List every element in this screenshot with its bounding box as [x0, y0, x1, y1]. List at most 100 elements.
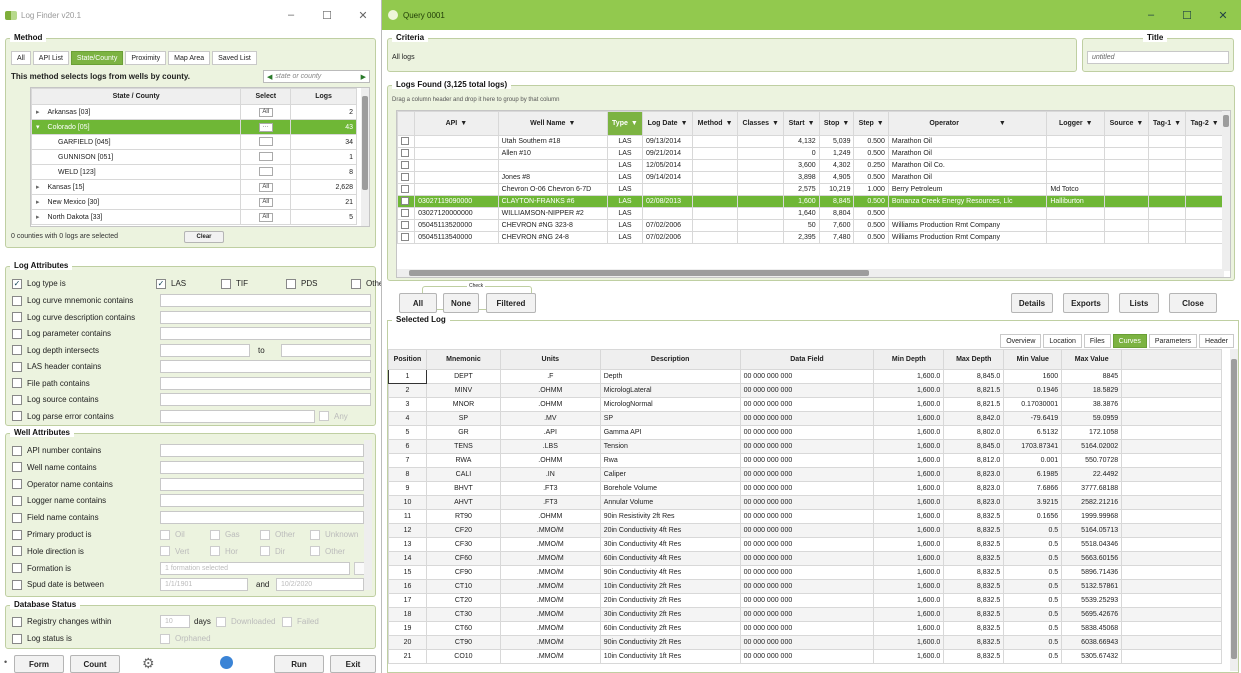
exit-button[interactable]: Exit — [330, 655, 376, 673]
well-option[interactable]: Unknown — [310, 528, 358, 541]
method-tab[interactable]: Map Area — [168, 51, 211, 65]
county-row[interactable]: ▸ Kansas [15] All 2,628 — [30, 179, 357, 195]
curve-row[interactable]: 14 CF60 .MMO/M 60in Conductivity 4ft Res 00 … — [388, 551, 1222, 566]
curve-row[interactable]: 17 CT20 .MMO/M 20in Conductivity 2ft Res 00 … — [388, 593, 1222, 608]
well-attr-checkbox[interactable] — [12, 546, 22, 557]
county-search-input[interactable]: state or county — [275, 73, 357, 80]
well-attr-input[interactable] — [160, 511, 364, 525]
expand-arrow-icon[interactable]: ▸ — [36, 214, 40, 221]
curve-col-header[interactable]: Min Depth — [873, 349, 945, 370]
filter-icon[interactable]: ▼ — [726, 120, 733, 127]
parse-error-input[interactable] — [160, 409, 315, 423]
log-attr-input[interactable] — [160, 376, 371, 390]
well-option[interactable]: Hor — [210, 545, 238, 558]
col-select[interactable]: Select — [240, 88, 292, 105]
selected-log-tab[interactable]: Files — [1083, 334, 1111, 348]
depth-from-input[interactable] — [160, 343, 250, 357]
curve-row[interactable]: 8 CALI .IN Caliper 00 000 000 000 1,600.0 8,82… — [388, 467, 1222, 482]
log-attr-checkbox[interactable] — [12, 378, 22, 388]
r-minimize-icon[interactable]: – — [1133, 9, 1169, 21]
county-row[interactable]: GARFIELD [045] 34 — [30, 134, 357, 150]
filter-icon[interactable]: ▼ — [772, 120, 779, 127]
logs-col-header[interactable] — [397, 111, 416, 136]
curve-col-header[interactable]: Data Field — [739, 349, 875, 370]
selected-log-tab[interactable]: Parameters — [1148, 334, 1198, 348]
curves-scrollbar[interactable] — [1230, 349, 1238, 671]
logs-col-header[interactable]: Well Name ▼ — [497, 111, 608, 136]
curve-row[interactable]: 13 CF30 .MMO/M 30in Conductivity 4ft Res 00 … — [388, 537, 1222, 552]
well-attr-input[interactable] — [160, 444, 364, 457]
filter-icon[interactable]: ▼ — [568, 120, 575, 127]
log-attr-input[interactable] — [160, 310, 371, 324]
county-select-cell[interactable] — [240, 134, 292, 150]
curve-row[interactable]: 2 MINV .OHMM MicrologLateral 00 000 000 000 1… — [388, 383, 1222, 398]
log-attr-checkbox[interactable] — [12, 361, 22, 372]
well-attr-checkbox[interactable] — [12, 512, 22, 523]
county-select-box[interactable]: All — [258, 182, 273, 192]
run-button[interactable]: Run — [274, 655, 324, 673]
well-attr-input[interactable] — [160, 477, 364, 491]
log-row[interactable]: Utah Southern #18 LAS 09/13/2014 4,132 5,039… — [397, 135, 1224, 148]
log-attr-input[interactable] — [160, 393, 371, 406]
county-select-box[interactable]: All — [258, 212, 273, 222]
filter-icon[interactable]: ▼ — [1086, 120, 1093, 127]
log-row-checkbox[interactable] — [401, 208, 409, 217]
curve-col-header[interactable]: Mnemonic — [425, 349, 501, 370]
help-icon[interactable] — [220, 656, 233, 669]
filter-icon[interactable]: ▼ — [460, 120, 467, 127]
county-select-box[interactable]: All — [258, 107, 273, 117]
curve-row[interactable]: 18 CT30 .MMO/M 30in Conductivity 2ft Res 00 … — [388, 607, 1222, 622]
log-attr-checkbox[interactable] — [12, 394, 22, 405]
well-option[interactable]: Vert — [160, 545, 189, 558]
log-row[interactable]: LAS 12/05/2014 3,600 4,302 0.250 Marathon Oil… — [397, 159, 1224, 172]
method-tab[interactable]: State/County — [70, 51, 124, 65]
selected-log-tab[interactable]: Curves — [1112, 334, 1147, 348]
other-checkbox[interactable] — [351, 278, 361, 289]
county-select-box[interactable]: ··· — [258, 122, 273, 132]
well-attr-input[interactable] — [160, 460, 364, 474]
depth-to-input[interactable] — [281, 343, 371, 357]
curve-col-header[interactable]: Min Value — [1003, 349, 1063, 370]
well-option[interactable]: Other — [260, 528, 295, 541]
filter-icon[interactable]: ▼ — [999, 120, 1006, 127]
log-row[interactable]: 03027120000000 WILLIAMSON-NIPPER #2 LAS 1,6… — [397, 207, 1224, 220]
minimize-icon[interactable]: – — [273, 9, 309, 21]
county-select-box[interactable]: All — [258, 197, 273, 207]
county-select-cell[interactable] — [240, 164, 292, 180]
registry-checkbox[interactable] — [12, 616, 22, 627]
well-attr-scrollbar[interactable] — [364, 440, 372, 590]
well-attr-checkbox[interactable] — [12, 563, 22, 574]
log-row[interactable]: 03027119090000 CLAYTON-FRANKS #6 LAS 02/08/… — [397, 195, 1224, 208]
clear-button[interactable]: Clear — [184, 231, 224, 243]
count-button[interactable]: Count — [70, 655, 120, 673]
group-drop-area[interactable]: Drag a column header and drop it here to… — [392, 97, 559, 103]
logs-vscrollbar[interactable] — [1222, 111, 1230, 271]
log-attr-checkbox[interactable] — [12, 312, 22, 322]
logs-col-header[interactable]: Tag-2 ▼ — [1185, 111, 1224, 136]
close-icon[interactable]: ✕ — [345, 9, 381, 22]
expand-arrow-icon[interactable]: ▸ — [36, 199, 40, 206]
downloaded-option[interactable]: Downloaded — [216, 615, 275, 628]
log-row-checkbox[interactable] — [401, 196, 409, 205]
logs-col-header[interactable]: Start ▼ — [783, 111, 820, 136]
curve-col-header[interactable]: Units — [499, 349, 601, 370]
curve-row[interactable]: 11 RT90 .OHMM 90in Resistivity 2ft Res 00 00… — [388, 509, 1222, 524]
close-button[interactable]: Close — [1169, 293, 1217, 313]
failed-option[interactable]: Failed — [282, 615, 319, 628]
filter-icon[interactable]: ▼ — [1174, 120, 1181, 127]
log-attr-checkbox[interactable] — [12, 411, 22, 421]
form-button[interactable]: Form — [14, 655, 64, 673]
county-select-cell[interactable]: All — [240, 209, 292, 225]
log-row-checkbox[interactable] — [401, 148, 409, 157]
county-select-cell[interactable]: All — [240, 179, 292, 195]
curve-row[interactable]: 7 RWA .OHMM Rwa 00 000 000 000 1,600.0 8,812.0… — [388, 453, 1222, 468]
r-close-icon[interactable]: ✕ — [1205, 9, 1241, 22]
lists-button[interactable]: Lists — [1119, 293, 1159, 313]
method-tab[interactable]: Saved List — [212, 51, 257, 65]
gear-icon[interactable]: ⚙ — [142, 655, 155, 672]
expand-arrow-icon[interactable]: ▸ — [36, 109, 40, 116]
tif-checkbox[interactable] — [221, 278, 231, 289]
logs-col-header[interactable]: Method ▼ — [692, 111, 738, 136]
log-type-checkbox[interactable]: ✓ — [12, 278, 22, 289]
curve-row[interactable]: 3 MNOR .OHMM MicrologNormal 00 000 000 000 1,… — [388, 397, 1222, 412]
